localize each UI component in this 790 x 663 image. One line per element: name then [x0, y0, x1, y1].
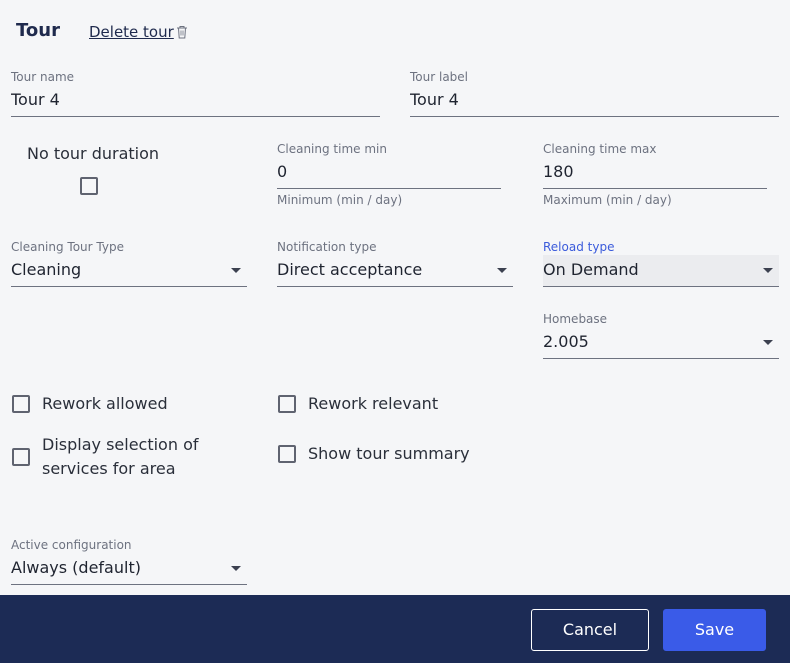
homebase-label: Homebase — [543, 312, 608, 326]
cleaning-time-max-field[interactable]: Cleaning time max 180 Maximum (min / day… — [543, 141, 767, 207]
notification-type-select[interactable]: Direct acceptance — [277, 255, 513, 287]
cancel-button[interactable]: Cancel — [531, 609, 649, 651]
tour-name-field[interactable]: Tour name Tour 4 — [11, 69, 380, 117]
cleaning-tour-type-select[interactable]: Cleaning — [11, 255, 247, 287]
cleaning-time-min-label: Cleaning time min — [277, 142, 387, 156]
chevron-down-icon — [231, 268, 241, 273]
tour-name-input[interactable]: Tour 4 — [11, 85, 380, 117]
save-button[interactable]: Save — [663, 609, 766, 651]
cleaning-time-min-field[interactable]: Cleaning time min 0 Minimum (min / day) — [277, 141, 501, 207]
homebase-value: 2.005 — [543, 332, 589, 351]
cleaning-time-max-input[interactable]: 180 — [543, 157, 767, 189]
delete-tour-link[interactable]: Delete tour — [89, 23, 188, 41]
reload-type-value: On Demand — [543, 260, 639, 279]
notification-type-value: Direct acceptance — [277, 260, 423, 279]
display-selection-label: Display selection of services for area — [42, 433, 198, 481]
no-tour-duration-label: No tour duration — [27, 144, 160, 163]
active-configuration-field[interactable]: Active configuration Always (default) — [11, 537, 247, 585]
trash-icon — [176, 26, 187, 39]
tour-label-input[interactable]: Tour 4 — [410, 85, 779, 117]
tour-name-label: Tour name — [11, 70, 75, 84]
rework-allowed-checkbox[interactable] — [12, 395, 30, 413]
display-selection-line1: Display selection of — [42, 435, 199, 454]
display-selection-line2: services for area — [42, 459, 176, 478]
chevron-down-icon — [763, 268, 773, 273]
reload-type-field[interactable]: Reload type On Demand — [543, 239, 779, 287]
homebase-select[interactable]: 2.005 — [543, 327, 779, 359]
cleaning-tour-type-label: Cleaning Tour Type — [11, 240, 124, 254]
footer-bar: Cancel Save — [0, 595, 790, 663]
rework-relevant-checkbox[interactable] — [278, 395, 296, 413]
display-selection-checkbox[interactable] — [12, 448, 30, 466]
active-configuration-value: Always (default) — [11, 558, 141, 577]
active-configuration-label: Active configuration — [11, 538, 132, 552]
rework-allowed-label: Rework allowed — [42, 394, 168, 413]
cleaning-time-max-label: Cleaning time max — [543, 142, 657, 156]
cleaning-time-max-helper: Maximum (min / day) — [543, 193, 672, 207]
reload-type-select[interactable]: On Demand — [543, 255, 779, 287]
delete-tour-label: Delete tour — [89, 23, 174, 41]
reload-type-label: Reload type — [543, 240, 615, 254]
show-tour-summary-label: Show tour summary — [308, 444, 470, 463]
tour-label-field[interactable]: Tour label Tour 4 — [410, 69, 779, 117]
chevron-down-icon — [231, 566, 241, 571]
notification-type-label: Notification type — [277, 240, 377, 254]
chevron-down-icon — [763, 340, 773, 345]
cleaning-time-min-input[interactable]: 0 — [277, 157, 501, 189]
no-tour-duration-checkbox[interactable] — [80, 177, 98, 195]
notification-type-field[interactable]: Notification type Direct acceptance — [277, 239, 513, 287]
rework-relevant-label: Rework relevant — [308, 394, 439, 413]
show-tour-summary-checkbox[interactable] — [278, 445, 296, 463]
cleaning-tour-type-field[interactable]: Cleaning Tour Type Cleaning — [11, 239, 247, 287]
page-title: Tour — [16, 20, 60, 41]
cleaning-tour-type-value: Cleaning — [11, 260, 82, 279]
chevron-down-icon — [497, 268, 507, 273]
active-configuration-select[interactable]: Always (default) — [11, 553, 247, 585]
cleaning-time-min-helper: Minimum (min / day) — [277, 193, 403, 207]
homebase-field[interactable]: Homebase 2.005 — [543, 311, 779, 359]
tour-label-label: Tour label — [410, 70, 469, 84]
